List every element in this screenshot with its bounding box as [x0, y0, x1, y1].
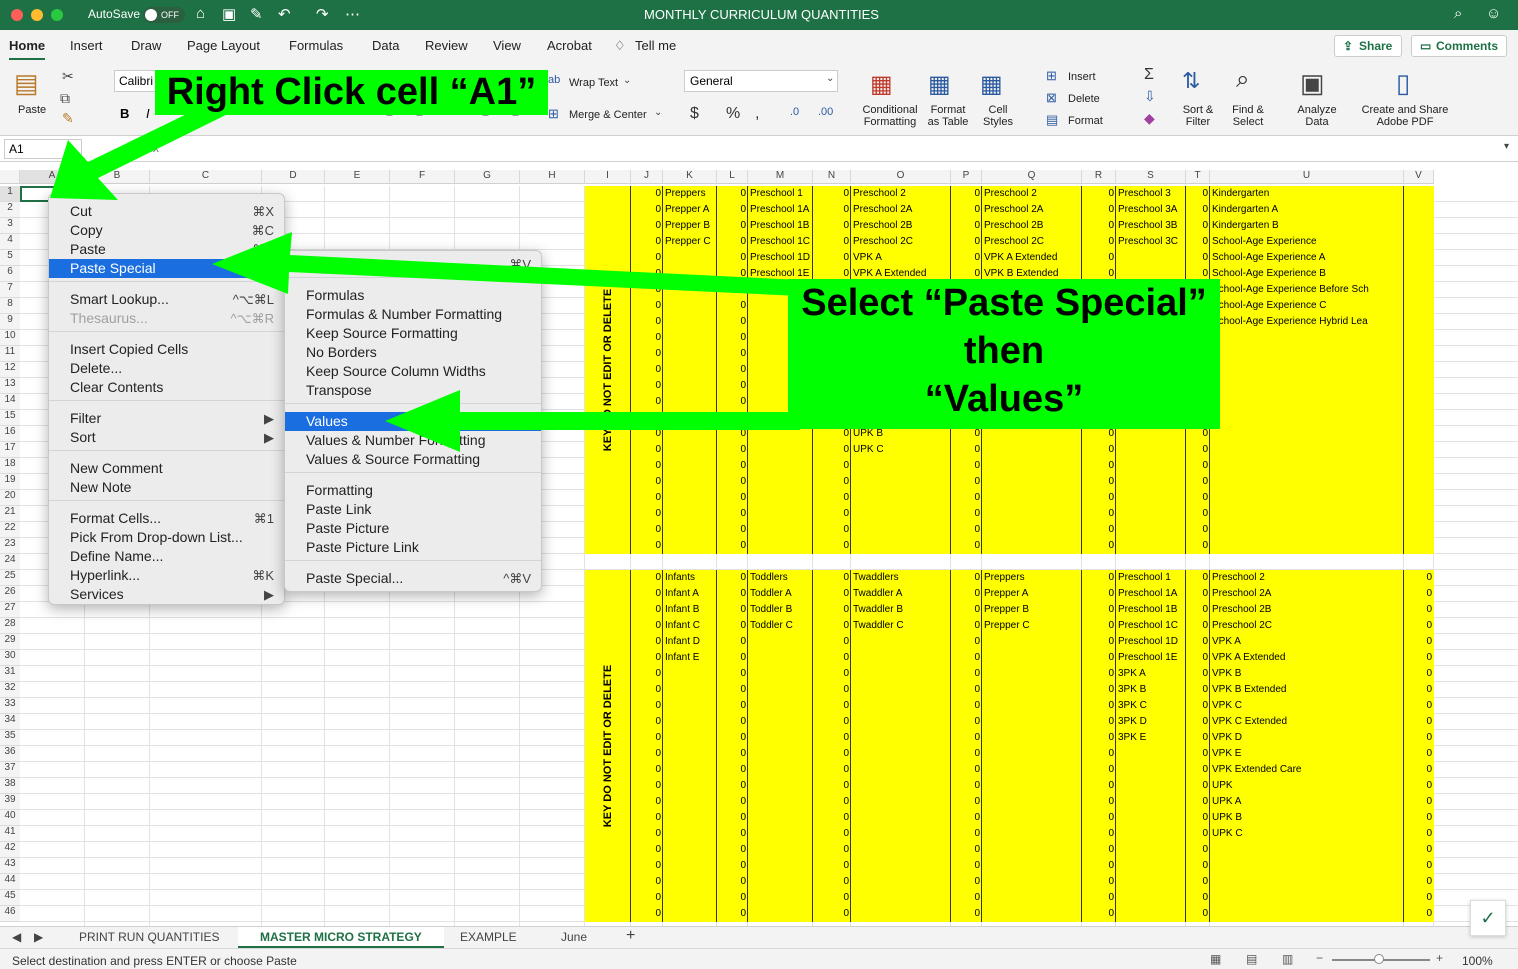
sheet-tabs-bar: ◀ ▶ PRINT RUN QUANTITIES MASTER MICRO ST…: [0, 926, 1518, 948]
zoom-out-icon[interactable]: −: [1316, 951, 1323, 965]
sheet-tab-example[interactable]: EXAMPLE: [460, 930, 517, 944]
callout-paste-values: Select “Paste Special” then “Values”: [788, 279, 1220, 429]
status-bar: Select destination and press ENTER or ch…: [0, 948, 1518, 969]
normal-view-icon[interactable]: ▦: [1210, 952, 1221, 966]
callout-right-click: Right Click cell “A1”: [155, 70, 548, 115]
zoom-slider-thumb[interactable]: [1374, 954, 1384, 964]
status-text: Select destination and press ENTER or ch…: [12, 954, 297, 968]
checkmark-icon[interactable]: ✓: [1470, 900, 1506, 936]
callout-line-1: Select “Paste Special”: [801, 282, 1207, 324]
page-break-view-icon[interactable]: ▥: [1282, 952, 1293, 966]
sheet-tab-print-run[interactable]: PRINT RUN QUANTITIES: [79, 930, 219, 944]
page-layout-view-icon[interactable]: ▤: [1246, 952, 1257, 966]
zoom-level: 100%: [1462, 954, 1493, 968]
add-sheet-icon[interactable]: +: [626, 927, 635, 945]
annotation-arrows: [50, 94, 800, 452]
prev-sheet-icon[interactable]: ◀: [12, 930, 21, 944]
arrow-to-values: [385, 390, 800, 452]
zoom-in-icon[interactable]: +: [1436, 951, 1443, 965]
sheet-tab-master-micro[interactable]: MASTER MICRO STRATEGY: [260, 930, 422, 944]
callout-line-3: “Values”: [924, 378, 1084, 420]
arrow-to-paste-special: [212, 232, 800, 296]
next-sheet-icon[interactable]: ▶: [34, 930, 43, 944]
callout-line-2: then: [963, 330, 1045, 372]
sheet-tab-june[interactable]: June: [561, 930, 587, 944]
excel-window: AutoSave OFF ⌂ ▣ ✎ ↶ ↷ ⋯ MONTHLY CURRICU…: [0, 0, 1518, 969]
